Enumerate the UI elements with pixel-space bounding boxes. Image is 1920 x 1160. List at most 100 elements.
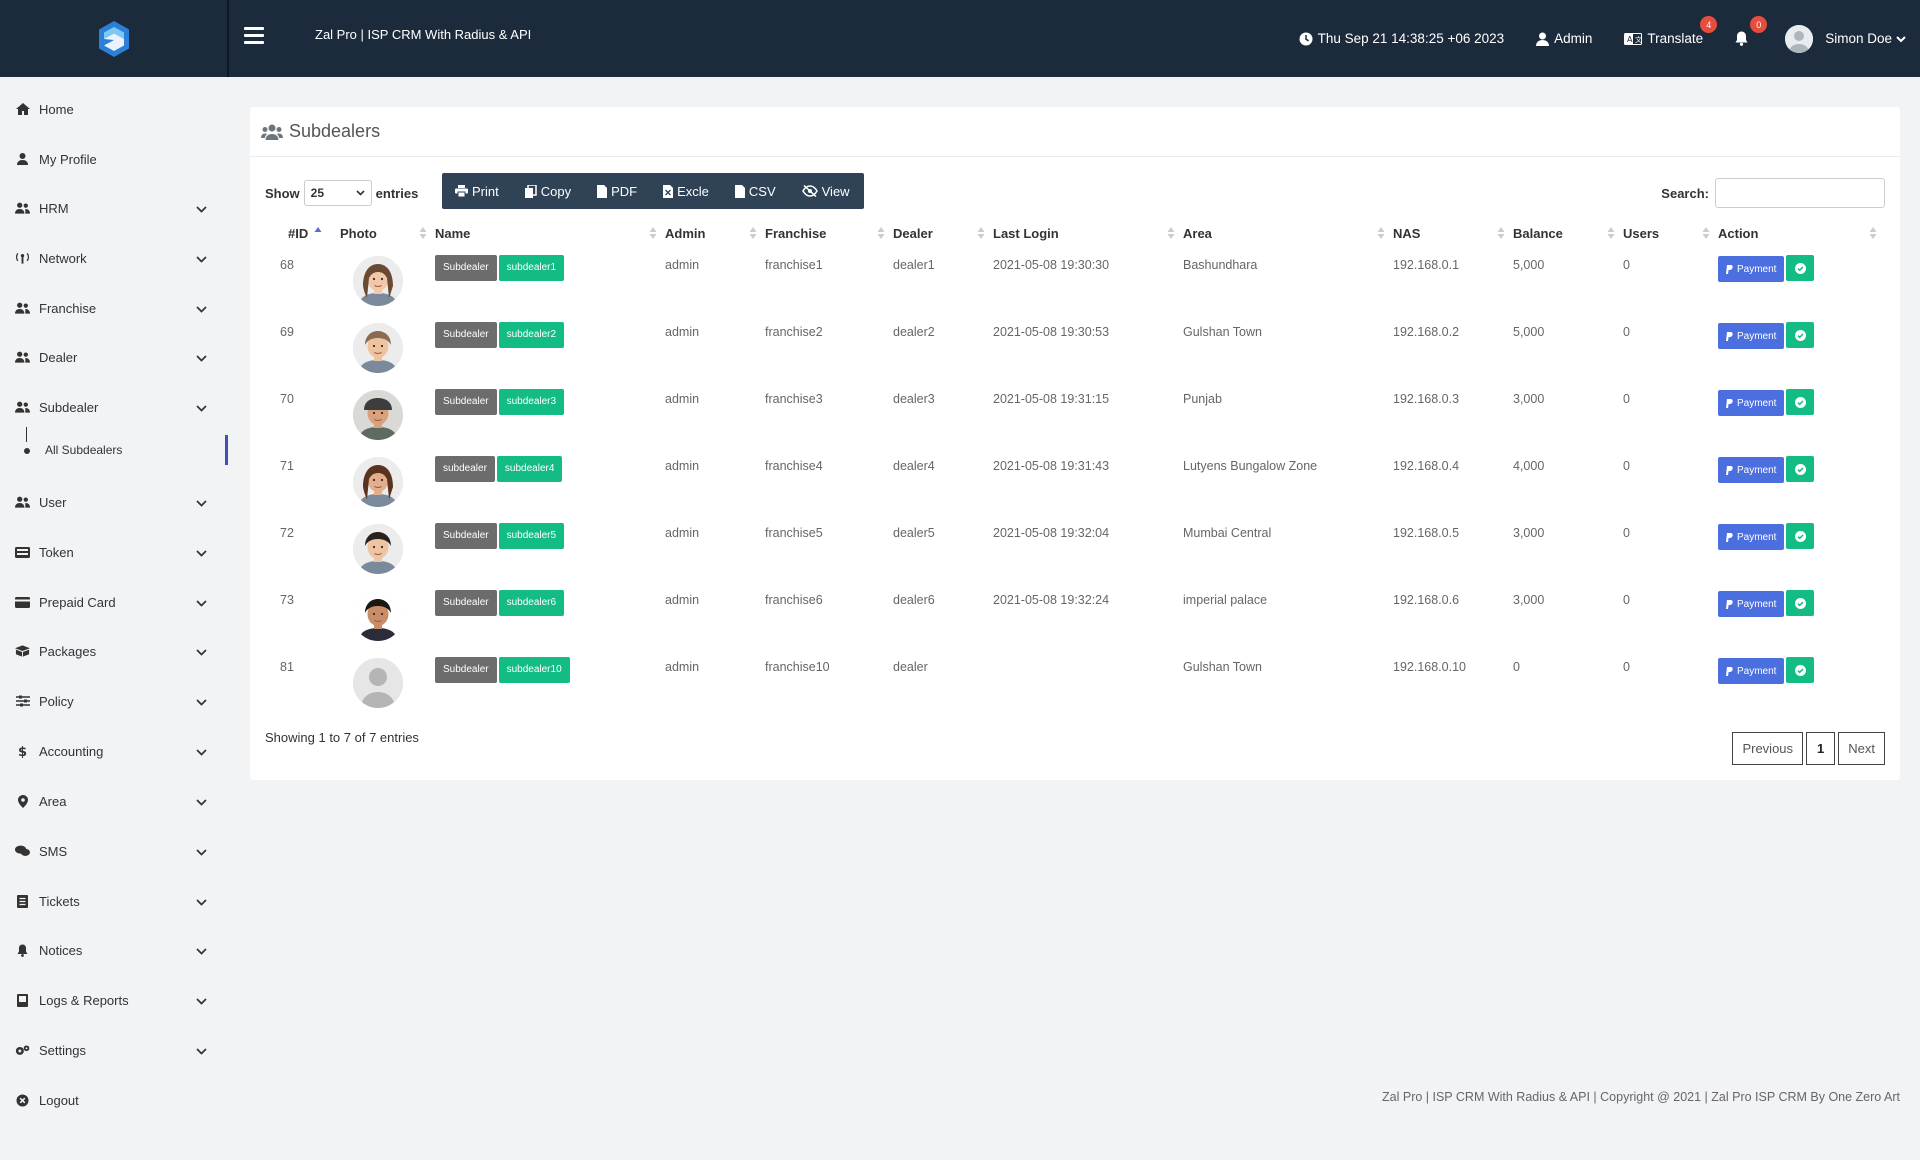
- user-menu[interactable]: Simon Doe: [1785, 24, 1906, 53]
- column-header-area[interactable]: Area: [1183, 217, 1393, 250]
- translate-button[interactable]: A文 Translate 4: [1624, 16, 1718, 46]
- notifications-button[interactable]: 0: [1735, 16, 1768, 46]
- column-header-name[interactable]: Name: [435, 217, 665, 250]
- payment-button[interactable]: Payment: [1718, 658, 1785, 684]
- payment-button[interactable]: Payment: [1718, 524, 1785, 550]
- sidebar-item-dealer[interactable]: Dealer: [0, 337, 229, 377]
- username-badge[interactable]: subdealer3: [498, 389, 565, 415]
- cell-franchise: franchise1: [765, 258, 823, 272]
- column-header-balance[interactable]: Balance: [1513, 217, 1623, 250]
- approve-button[interactable]: [1786, 322, 1815, 348]
- column-header-admin[interactable]: Admin: [665, 217, 765, 250]
- chevron-down-icon[interactable]: [196, 744, 207, 759]
- chevron-down-icon[interactable]: [196, 894, 207, 909]
- approve-button[interactable]: [1786, 523, 1815, 549]
- column-visibility-button[interactable]: View: [789, 173, 863, 209]
- sidebar-item-tickets[interactable]: Tickets: [0, 881, 229, 921]
- chevron-down-icon[interactable]: [196, 694, 207, 709]
- approve-button[interactable]: [1786, 255, 1815, 281]
- sidebar-item-policy[interactable]: Policy: [0, 681, 229, 721]
- column-header-users[interactable]: Users: [1623, 217, 1718, 250]
- chevron-down-icon[interactable]: [196, 644, 207, 659]
- approve-button[interactable]: [1786, 657, 1815, 683]
- page-1-button[interactable]: 1: [1806, 732, 1836, 765]
- username-badge[interactable]: subdealer1: [498, 255, 565, 281]
- chevron-down-icon[interactable]: [196, 595, 207, 610]
- column-header-action[interactable]: Action: [1718, 217, 1885, 250]
- sidebar-item-logout[interactable]: Logout: [0, 1080, 229, 1120]
- chevron-down-icon[interactable]: [196, 495, 207, 510]
- footer-text: Zal Pro | ISP CRM With Radius & API | Co…: [1382, 1090, 1900, 1104]
- svg-text:文: 文: [1635, 35, 1642, 44]
- username-badge[interactable]: subdealer6: [498, 590, 565, 616]
- cell-balance: 5,000: [1513, 258, 1545, 272]
- column-header-photo[interactable]: Photo: [340, 217, 435, 250]
- copy-button[interactable]: Copy: [512, 173, 584, 209]
- pdf-button[interactable]: PDF: [584, 173, 650, 209]
- column-header-id[interactable]: #ID: [265, 217, 340, 250]
- payment-button[interactable]: Payment: [1718, 323, 1785, 349]
- chevron-down-icon[interactable]: [196, 794, 207, 809]
- payment-button[interactable]: Payment: [1718, 591, 1785, 617]
- paypal-icon: [1726, 599, 1733, 609]
- username-badge[interactable]: subdealer4: [496, 456, 563, 482]
- username-badge[interactable]: subdealer2: [498, 322, 565, 348]
- username-badge[interactable]: subdealer10: [498, 657, 570, 683]
- payment-button[interactable]: Payment: [1718, 256, 1785, 282]
- chevron-down-icon[interactable]: [196, 1043, 207, 1058]
- chevron-down-icon[interactable]: [196, 943, 207, 958]
- chevron-down-icon[interactable]: [196, 350, 207, 365]
- sidebar-subitem-all-subdealers[interactable]: All Subdealers: [0, 427, 229, 465]
- sidebar-item-my-profile[interactable]: My Profile: [0, 139, 229, 179]
- sidebar-item-sms[interactable]: SMS: [0, 831, 229, 871]
- sidebar-item-network[interactable]: Network: [0, 238, 229, 278]
- sidebar-item-notices[interactable]: Notices: [0, 930, 229, 970]
- sidebar-item-home[interactable]: Home: [0, 89, 229, 129]
- column-header-dealer[interactable]: Dealer: [893, 217, 993, 250]
- next-page-button[interactable]: Next: [1838, 732, 1885, 765]
- csv-button[interactable]: CSV: [722, 173, 789, 209]
- chevron-down-icon[interactable]: [196, 251, 207, 266]
- search-input[interactable]: [1715, 178, 1885, 208]
- chevron-down-icon[interactable]: [196, 993, 207, 1008]
- cell-id: 72: [280, 526, 294, 540]
- sidebar-item-logs-reports[interactable]: Logs & Reports: [0, 980, 229, 1020]
- user-name: Simon Doe: [1825, 31, 1892, 46]
- approve-button[interactable]: [1786, 456, 1815, 482]
- payment-button[interactable]: Payment: [1718, 457, 1785, 483]
- column-header-last-login[interactable]: Last Login: [993, 217, 1183, 250]
- clock-icon: [1299, 32, 1313, 45]
- chevron-down-icon[interactable]: [196, 301, 207, 316]
- username-badge[interactable]: subdealer5: [498, 523, 565, 549]
- cell-last-login: 2021-05-08 19:31:43: [993, 459, 1110, 473]
- sidebar-item-hrm[interactable]: HRM: [0, 188, 229, 228]
- chevron-down-icon[interactable]: [196, 201, 207, 216]
- sidebar-item-subdealer[interactable]: Subdealer: [0, 387, 229, 427]
- approve-button[interactable]: [1786, 590, 1815, 616]
- column-header-nas[interactable]: NAS: [1393, 217, 1513, 250]
- chevron-down-icon[interactable]: [196, 545, 207, 560]
- chevron-down-icon[interactable]: [196, 400, 207, 415]
- sidebar-item-area[interactable]: Area: [0, 781, 229, 821]
- sidebar-item-user[interactable]: User: [0, 482, 229, 522]
- brand-logo[interactable]: [0, 0, 229, 77]
- entries-select[interactable]: 25: [303, 180, 372, 206]
- column-header-franchise[interactable]: Franchise: [765, 217, 893, 250]
- excel-button[interactable]: Excle: [650, 173, 722, 209]
- menu-toggle-button[interactable]: [244, 27, 264, 47]
- sidebar-item-prepaid-card[interactable]: Prepaid Card: [0, 582, 229, 622]
- previous-page-button[interactable]: Previous: [1732, 732, 1804, 765]
- payment-button[interactable]: Payment: [1718, 390, 1785, 416]
- approve-button[interactable]: [1786, 389, 1815, 415]
- print-button[interactable]: Print: [442, 173, 512, 209]
- admin-label: Admin: [1554, 31, 1593, 46]
- sidebar-item-franchise[interactable]: Franchise: [0, 288, 229, 328]
- admin-link[interactable]: Admin: [1536, 31, 1592, 46]
- cell-name: Subdealer subdealer2: [435, 317, 665, 384]
- cell-users: 0: [1623, 392, 1630, 406]
- sidebar-item-token[interactable]: Token: [0, 532, 229, 572]
- sidebar-item-packages[interactable]: Packages: [0, 631, 229, 671]
- sidebar-item-settings[interactable]: Settings: [0, 1030, 229, 1070]
- sidebar-item-accounting[interactable]: $ Accounting: [0, 731, 229, 771]
- chevron-down-icon[interactable]: [196, 844, 207, 859]
